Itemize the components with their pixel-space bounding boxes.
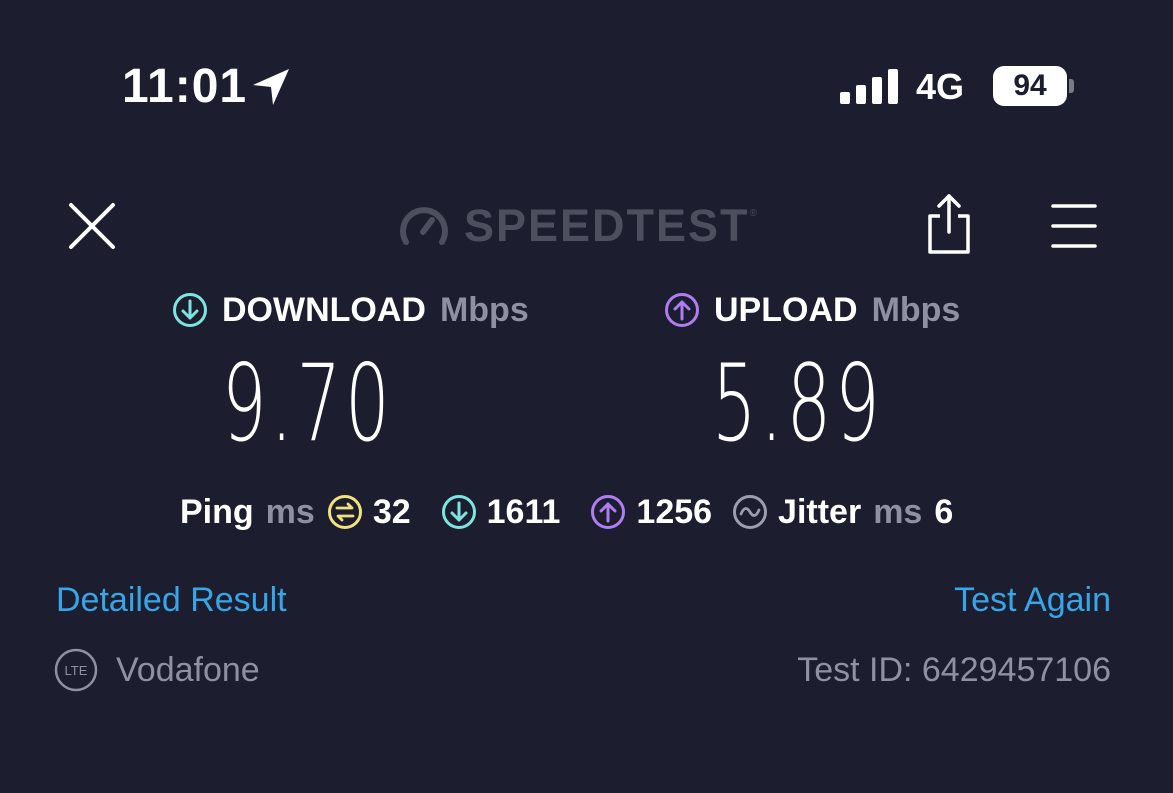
jitter-wave-icon [733, 495, 768, 529]
download-speed-value: 9.70 [222, 342, 394, 465]
upload-speed-value: 5.89 [712, 342, 884, 465]
carrier-name: Vodafone [116, 650, 260, 689]
logo-text: SPEEDTEST [464, 200, 750, 251]
jitter-value: 6 [934, 492, 954, 531]
ping-download-group: 1611 [441, 492, 561, 532]
battery-icon: 94 [993, 66, 1067, 106]
test-id: Test ID: 6429457106 [797, 651, 1111, 689]
speedometer-icon [400, 207, 448, 245]
signal-bars-icon [840, 69, 898, 104]
detailed-result-link[interactable]: Detailed Result [56, 580, 287, 620]
upload-arrow-icon [665, 293, 699, 327]
upload-label: UPLOAD [714, 291, 858, 329]
ping-idle-group: 32 [327, 493, 411, 532]
upload-latency-icon [591, 495, 626, 529]
ping-upload-value: 1256 [636, 492, 713, 531]
speedtest-logo: SPEEDTEST ® [398, 200, 757, 252]
lte-badge-icon: LTE [54, 648, 98, 692]
download-latency-icon [441, 495, 476, 529]
close-icon[interactable] [66, 200, 118, 252]
jitter-label: Jitter [778, 492, 862, 531]
logo-trademark: ® [749, 208, 757, 219]
battery-tip [1069, 79, 1074, 93]
jitter-unit: ms [873, 492, 923, 531]
download-unit: Mbps [439, 291, 529, 329]
download-header: DOWNLOAD Mbps [172, 290, 529, 330]
ping-unit: ms [265, 492, 315, 531]
ping-idle-value: 32 [372, 492, 411, 531]
carrier-info: LTE Vodafone [54, 648, 260, 692]
latency-stats-row: Ping ms 32 1611 1256 Jitter ms 6 [180, 490, 953, 534]
lte-badge-text: LTE [65, 663, 88, 678]
status-time: 11:01 [122, 60, 248, 113]
ping-label: Ping [180, 492, 254, 531]
test-again-link[interactable]: Test Again [954, 580, 1111, 620]
idle-latency-icon [327, 495, 362, 529]
upload-header: UPLOAD Mbps [664, 290, 960, 330]
ping-download-value: 1611 [486, 492, 561, 531]
download-label: DOWNLOAD [222, 291, 426, 329]
hamburger-menu-icon[interactable] [1049, 202, 1099, 250]
jitter-group: Jitter ms 6 [732, 493, 953, 532]
network-type: 4G [916, 66, 965, 107]
share-icon[interactable] [922, 192, 976, 256]
upload-unit: Mbps [871, 291, 961, 329]
download-arrow-icon [173, 293, 207, 327]
location-arrow-icon [253, 69, 289, 105]
ping-upload-group: 1256 [590, 493, 712, 532]
